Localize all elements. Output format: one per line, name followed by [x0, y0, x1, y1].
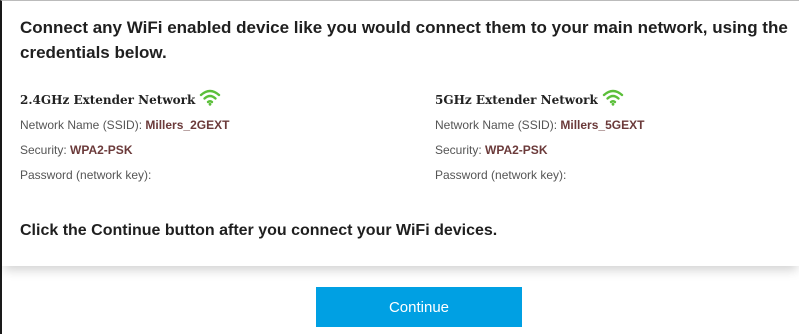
password-row: Password (network key): [435, 163, 799, 188]
intro-text: Connect any WiFi enabled device like you… [20, 18, 788, 62]
security-label: Security: [20, 143, 67, 157]
ssid-value: Millers_5GEXT [560, 118, 645, 132]
wifi-signal-icon [602, 88, 624, 106]
password-row: Password (network key): [20, 163, 400, 188]
ssid-row: Network Name (SSID): Millers_5GEXT [435, 113, 799, 138]
password-label: Password (network key): [435, 168, 567, 182]
ssid-row: Network Name (SSID): Millers_2GEXT [20, 113, 400, 138]
network-5ghz: 5GHz Extender Network Network Name (SSID… [435, 87, 799, 188]
network-title: 5GHz Extender Network [435, 87, 799, 113]
network-title-label: 2.4GHz Extender Network [20, 93, 196, 107]
cta-note: Click the Continue button after you conn… [20, 222, 498, 239]
security-row: Security: WPA2-PSK [435, 138, 799, 163]
wifi-signal-icon [199, 88, 221, 106]
security-value: WPA2-PSK [70, 143, 133, 157]
password-label: Password (network key): [20, 168, 152, 182]
network-24ghz: 2.4GHz Extender Network Network Name (SS… [20, 87, 400, 188]
ssid-value: Millers_2GEXT [145, 118, 230, 132]
security-value: WPA2-PSK [485, 143, 548, 157]
ssid-label: Network Name (SSID): [20, 118, 143, 132]
network-title-label: 5GHz Extender Network [435, 93, 598, 107]
security-row: Security: WPA2-PSK [20, 138, 400, 163]
network-title: 2.4GHz Extender Network [20, 87, 400, 113]
setup-card: Connect any WiFi enabled device like you… [2, 1, 799, 266]
ssid-label: Network Name (SSID): [435, 118, 558, 132]
continue-button[interactable]: Continue [316, 287, 522, 327]
security-label: Security: [435, 143, 482, 157]
